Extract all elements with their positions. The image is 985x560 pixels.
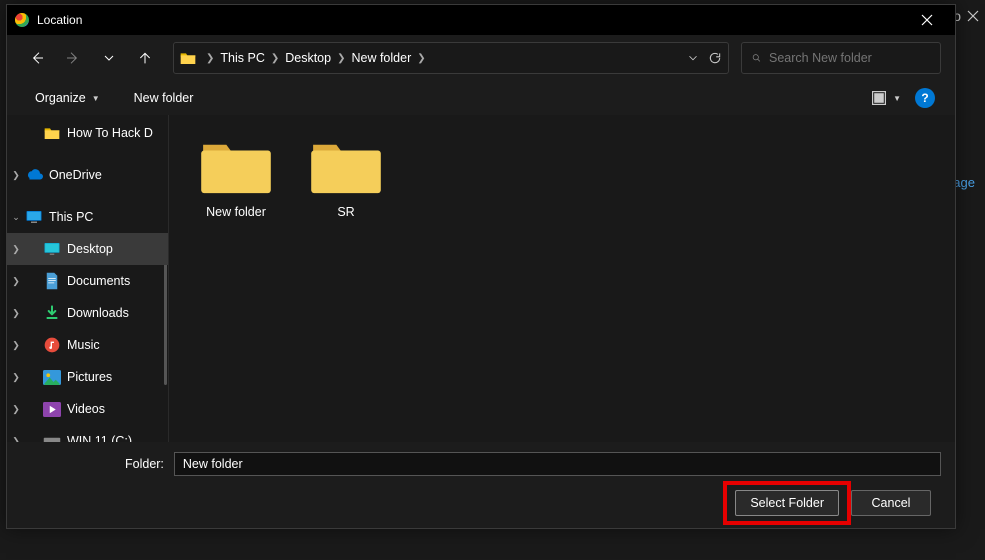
chevron-icon: ❯ xyxy=(7,276,25,287)
chevron-right-icon: ❯ xyxy=(204,53,216,64)
recent-button[interactable] xyxy=(93,42,125,74)
chrome-icon xyxy=(15,13,29,27)
chevron-icon: ⌄ xyxy=(7,212,25,223)
dialog-title: Location xyxy=(37,13,82,27)
music-icon xyxy=(43,337,61,353)
folder-icon xyxy=(43,125,61,141)
search-icon xyxy=(752,51,761,65)
sidebar-item-documents[interactable]: ❯ Documents xyxy=(7,265,168,297)
caret-down-icon: ▼ xyxy=(92,94,100,103)
sidebar-item-win-11-c-[interactable]: ❯ WIN 11 (C:) xyxy=(7,425,168,442)
nav-bar: ❯ This PC ❯ Desktop ❯ New folder ❯ xyxy=(7,35,955,81)
address-bar[interactable]: ❯ This PC ❯ Desktop ❯ New folder ❯ xyxy=(173,42,729,74)
sidebar-item-this-pc[interactable]: ⌄ This PC xyxy=(7,201,168,233)
chevron-icon: ❯ xyxy=(7,170,25,181)
folder-item-label: SR xyxy=(337,205,354,219)
downloads-icon xyxy=(43,305,61,321)
view-options-button[interactable] xyxy=(867,86,891,110)
sidebar-item-music[interactable]: ❯ Music xyxy=(7,329,168,361)
folder-icon xyxy=(307,137,385,195)
sidebar-item-label: Documents xyxy=(67,274,130,288)
sidebar-item-onedrive[interactable]: ❯ OneDrive xyxy=(7,159,168,191)
sidebar-item-label: How To Hack D xyxy=(67,126,153,140)
chevron-right-icon: ❯ xyxy=(335,53,347,64)
sidebar-tree[interactable]: How To Hack D ❯ OneDrive ⌄ This PC ❯ Desktop ❯ D… xyxy=(7,115,169,442)
select-folder-button[interactable]: Select Folder xyxy=(735,490,839,516)
breadcrumb-item[interactable]: New folder xyxy=(347,49,415,67)
arrow-left-icon xyxy=(29,50,45,66)
sidebar-item-videos[interactable]: ❯ Videos xyxy=(7,393,168,425)
chevron-right-icon: ❯ xyxy=(415,53,427,64)
close-icon xyxy=(921,14,933,26)
sidebar-item-label: Videos xyxy=(67,402,105,416)
chevron-icon: ❯ xyxy=(7,244,25,255)
sidebar-item-label: This PC xyxy=(49,210,93,224)
drive-icon xyxy=(43,433,61,442)
close-button[interactable] xyxy=(907,5,947,35)
folder-name-input[interactable] xyxy=(174,452,941,476)
folder-content[interactable]: New folder SR xyxy=(169,115,955,442)
new-folder-button[interactable]: New folder xyxy=(126,87,202,109)
pictures-icon xyxy=(43,369,61,385)
documents-icon xyxy=(43,273,61,289)
sidebar-item-downloads[interactable]: ❯ Downloads xyxy=(7,297,168,329)
chevron-icon: ❯ xyxy=(7,372,25,383)
folder-icon xyxy=(197,137,275,195)
sidebar-item-label: Desktop xyxy=(67,242,113,256)
view-icon xyxy=(871,90,887,106)
desktop-icon xyxy=(43,241,61,257)
toolbar: Organize▼ New folder ▼ ? xyxy=(7,81,955,115)
folder-item[interactable]: SR xyxy=(301,133,391,223)
folder-icon xyxy=(180,51,196,65)
chevron-icon: ❯ xyxy=(7,340,25,351)
sidebar-item-label: Downloads xyxy=(67,306,129,320)
file-picker-dialog: Location ❯ This PC ❯ Desktop ❯ New folde… xyxy=(6,4,956,529)
sidebar-item-label: Pictures xyxy=(67,370,112,384)
sidebar-item-label: WIN 11 (C:) xyxy=(67,434,132,442)
folder-label: Folder: xyxy=(125,457,164,471)
cancel-button[interactable]: Cancel xyxy=(851,490,931,516)
arrow-up-icon xyxy=(137,50,153,66)
breadcrumbs: ❯ This PC ❯ Desktop ❯ New folder ❯ xyxy=(204,49,686,67)
breadcrumb-item[interactable]: Desktop xyxy=(281,49,335,67)
folder-item[interactable]: New folder xyxy=(191,133,281,223)
thispc-icon xyxy=(25,209,43,225)
chevron-icon: ❯ xyxy=(7,436,25,443)
chevron-icon: ❯ xyxy=(7,308,25,319)
search-box[interactable] xyxy=(741,42,941,74)
chevron-right-icon: ❯ xyxy=(269,53,281,64)
sidebar-item-pictures[interactable]: ❯ Pictures xyxy=(7,361,168,393)
breadcrumb-item[interactable]: This PC xyxy=(216,49,268,67)
onedrive-icon xyxy=(25,167,43,183)
chevron-down-icon[interactable] xyxy=(686,51,700,65)
sidebar-item-desktop[interactable]: ❯ Desktop xyxy=(7,233,168,265)
dialog-footer: Folder: Select Folder Cancel xyxy=(7,442,955,528)
chevron-down-icon xyxy=(101,50,117,66)
sidebar-item-label: OneDrive xyxy=(49,168,102,182)
organize-button[interactable]: Organize▼ xyxy=(27,87,108,109)
caret-down-icon[interactable]: ▼ xyxy=(893,94,901,103)
forward-button[interactable] xyxy=(57,42,89,74)
up-button[interactable] xyxy=(129,42,161,74)
body-area: How To Hack D ❯ OneDrive ⌄ This PC ❯ Desktop ❯ D… xyxy=(7,115,955,442)
arrow-right-icon xyxy=(65,50,81,66)
back-button[interactable] xyxy=(21,42,53,74)
refresh-icon[interactable] xyxy=(708,51,722,65)
sidebar-item-label: Music xyxy=(67,338,100,352)
titlebar: Location xyxy=(7,5,955,35)
chevron-icon: ❯ xyxy=(7,404,25,415)
help-button[interactable]: ? xyxy=(915,88,935,108)
folder-item-label: New folder xyxy=(206,205,266,219)
search-input[interactable] xyxy=(769,51,930,65)
sidebar-item-how-to-hack-d[interactable]: How To Hack D xyxy=(7,117,168,149)
videos-icon xyxy=(43,401,61,417)
